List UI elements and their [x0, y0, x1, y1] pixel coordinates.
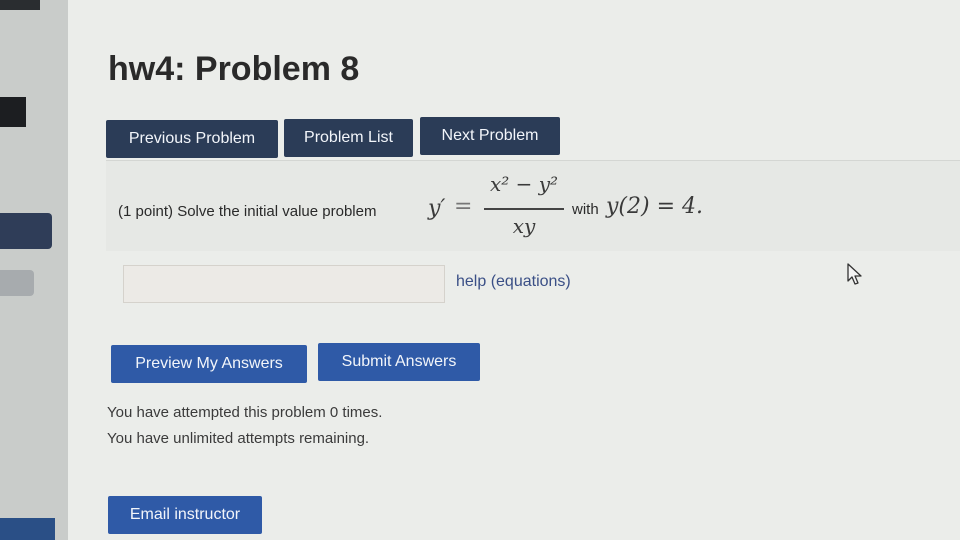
- problem-prefix: (1 point) Solve the initial value proble…: [118, 203, 377, 220]
- help-equations-link[interactable]: help (equations): [456, 273, 571, 291]
- sidebar-item[interactable]: [0, 270, 34, 296]
- previous-problem-button[interactable]: Previous Problem: [106, 120, 278, 158]
- problem-with-text: with: [572, 201, 599, 218]
- fraction-bar: [484, 208, 564, 210]
- fraction-numerator: x² − y²: [489, 172, 559, 196]
- submit-answers-button[interactable]: Submit Answers: [318, 343, 480, 381]
- sidebar-item[interactable]: [0, 97, 26, 127]
- math-lhs: y′: [428, 196, 446, 221]
- sidebar-item-active[interactable]: [0, 213, 52, 249]
- math-equals: =: [454, 194, 473, 219]
- initial-condition: y(2) = 4.: [606, 194, 704, 219]
- answer-input[interactable]: [123, 265, 445, 303]
- attempts-remaining-text: You have unlimited attempts remaining.: [107, 430, 370, 447]
- sidebar-top-item[interactable]: [0, 0, 40, 10]
- sidebar-bottom-item[interactable]: [0, 518, 55, 540]
- email-instructor-button[interactable]: Email instructor: [108, 496, 262, 534]
- mouse-pointer-icon: [847, 263, 862, 285]
- problem-list-button[interactable]: Problem List: [284, 119, 413, 157]
- page-title: hw4: Problem 8: [108, 50, 360, 88]
- preview-answers-button[interactable]: Preview My Answers: [111, 345, 307, 383]
- next-problem-button[interactable]: Next Problem: [420, 117, 560, 155]
- fraction-denominator: xy: [512, 214, 536, 238]
- math-fraction: x² − y² xy: [482, 172, 566, 242]
- attempts-count-text: You have attempted this problem 0 times.: [107, 404, 383, 421]
